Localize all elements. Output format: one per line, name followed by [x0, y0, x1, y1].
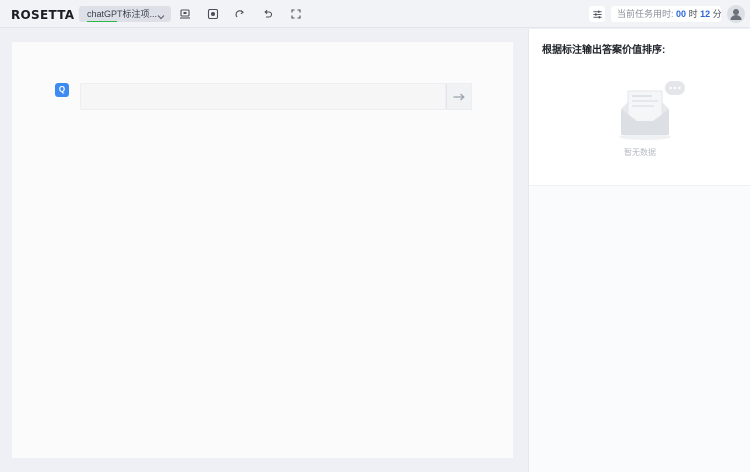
- arrow-right-icon: [453, 93, 465, 100]
- task-select[interactable]: chatGPT标注项...: [79, 6, 171, 22]
- redo-icon[interactable]: [233, 7, 247, 21]
- task-timer: 当前任务用时: 00 时 12 分: [611, 6, 722, 22]
- monitor-icon[interactable]: [178, 7, 192, 21]
- send-button[interactable]: [446, 83, 472, 110]
- question-input[interactable]: [80, 83, 446, 110]
- task-select-label: chatGPT标注项...: [87, 9, 158, 19]
- question-panel: Q: [12, 42, 513, 458]
- record-icon[interactable]: [206, 7, 220, 21]
- timer-minutes-unit: 分: [712, 9, 722, 19]
- sliders-icon: [592, 10, 602, 18]
- timer-minutes: 12: [700, 9, 711, 19]
- ranking-section: 根据标注输出答案价值排序: 暂无数据: [529, 29, 750, 186]
- ranking-panel: 根据标注输出答案价值排序: 暂无数据: [528, 29, 750, 472]
- user-icon: [730, 9, 742, 20]
- empty-state-text: 暂无数据: [624, 148, 656, 157]
- timer-hours-unit: 时: [688, 9, 698, 19]
- question-badge: Q: [55, 83, 69, 97]
- app-logo: ROSETTA: [11, 8, 75, 22]
- ranking-title: 根据标注输出答案价值排序:: [542, 45, 666, 56]
- fullscreen-icon[interactable]: [289, 7, 303, 21]
- chevron-down-icon: [157, 10, 165, 22]
- top-bar: ROSETTA chatGPT标注项... 当前任务用时: 00 时 12 分: [0, 0, 750, 28]
- avatar[interactable]: [727, 5, 745, 23]
- empty-box-icon: [613, 79, 685, 143]
- settings-sliders-button[interactable]: [589, 6, 605, 22]
- undo-icon[interactable]: [261, 7, 275, 21]
- timer-hours: 00: [676, 9, 687, 19]
- task-select-indicator: [87, 20, 117, 22]
- timer-label: 当前任务用时:: [617, 9, 674, 19]
